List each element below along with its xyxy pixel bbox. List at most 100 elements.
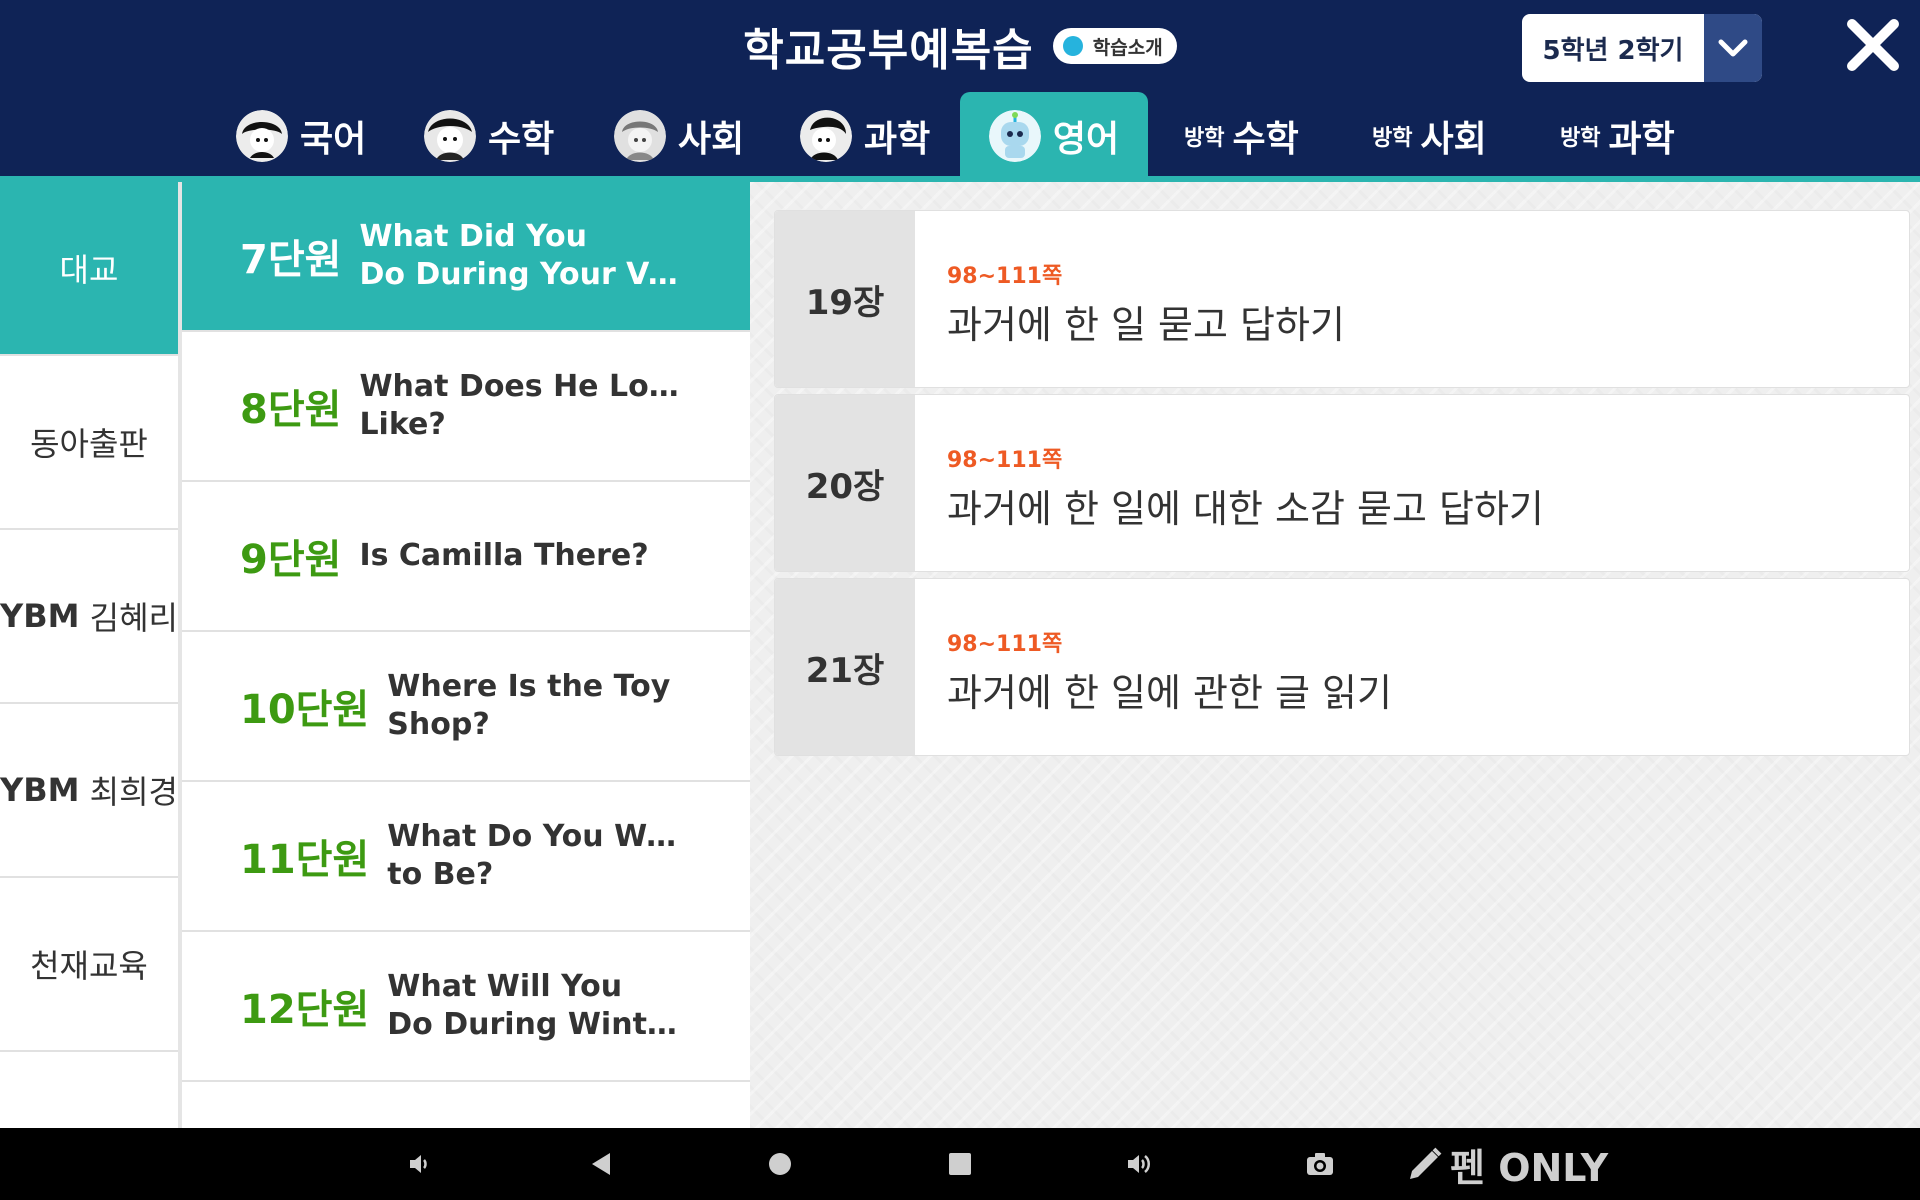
tab-math[interactable]: 수학 (424, 92, 554, 180)
unit-title-line2: to Be? (387, 857, 494, 892)
science-character-avatar (800, 110, 852, 162)
chapter-card[interactable]: 19장 98~111쪽 과거에 한 일 묻고 답하기 (774, 210, 1910, 388)
tab-vacation-math[interactable]: 방학 수학 (1184, 92, 1299, 180)
publisher-prefix: YBM (0, 597, 80, 635)
intro-label: 학습소개 (1092, 36, 1163, 59)
app-header: 학교공부예복습 학습소개 5학년 2학기 국어 수학 사회 과학 영어 방학 수… (0, 0, 1920, 182)
tab-prefix: 방학 (1372, 126, 1413, 151)
chevron-down-icon[interactable] (1704, 14, 1762, 82)
chapter-title: 과거에 한 일에 대한 소감 묻고 답하기 (947, 486, 1544, 531)
unit-title: What Did You Do During Your Vac... (359, 218, 679, 294)
volume-up-icon[interactable] (1120, 1128, 1160, 1200)
tab-label: 사회 (678, 119, 745, 160)
chapter-pages: 98~111쪽 (947, 447, 1063, 473)
app-title: 학교공부예복습 (743, 25, 1034, 76)
publisher-item-donga[interactable]: 동아출판 (0, 356, 178, 530)
unit-title-line1: Where Is the Toy (387, 669, 671, 704)
unit-list: 7단원 What Did You Do During Your Vac... 8… (182, 182, 762, 1128)
unit-title: What Do You Want to Be? (387, 818, 687, 894)
tab-vacation-social[interactable]: 방학 사회 (1372, 92, 1487, 180)
semester-label: 5학년 2학기 (1542, 35, 1684, 66)
chapter-number: 19장 (775, 211, 915, 387)
publisher-item-ybm-kim[interactable]: YBM 김혜리 (0, 530, 178, 704)
tab-science[interactable]: 과학 (800, 92, 930, 180)
tab-label: 수학 (488, 119, 555, 160)
unit-item[interactable]: 11단원 What Do You Want to Be? (182, 782, 750, 932)
unit-number: 12단원 (240, 987, 370, 1033)
recent-apps-icon[interactable] (940, 1128, 980, 1200)
tab-label: 국어 (300, 119, 367, 160)
chapter-number: 20장 (775, 395, 915, 571)
unit-title-line2: Shop? (387, 707, 490, 742)
unit-title: What Does He Look Like? (359, 368, 679, 444)
unit-item[interactable]: 10단원 Where Is the Toy Shop? (182, 632, 750, 782)
chapter-card[interactable]: 21장 98~111쪽 과거에 한 일에 관한 글 읽기 (774, 578, 1910, 756)
unit-number: 9단원 (240, 537, 342, 583)
publisher-label: 대교 (59, 251, 119, 289)
korean-character-avatar (236, 110, 288, 162)
home-icon[interactable] (760, 1128, 800, 1200)
chapter-panel: 19장 98~111쪽 과거에 한 일 묻고 답하기 20장 98~111쪽 과… (750, 182, 1920, 1128)
unit-item[interactable]: 8단원 What Does He Look Like? (182, 332, 750, 482)
tab-prefix: 방학 (1560, 126, 1601, 151)
math-character-avatar (424, 110, 476, 162)
back-icon[interactable] (580, 1128, 620, 1200)
unit-number: 7단원 (240, 237, 342, 283)
tab-label: 과학 (1608, 119, 1675, 160)
volume-down-icon[interactable] (400, 1128, 440, 1200)
unit-title-line1: What Did You (359, 219, 587, 254)
pencil-icon (1410, 1147, 1442, 1179)
subject-tabs: 국어 수학 사회 과학 영어 방학 수학 방학 사회 방학 과학 (0, 92, 1920, 180)
unit-title: Where Is the Toy Shop? (387, 668, 687, 744)
close-icon (1847, 19, 1899, 71)
unit-number: 10단원 (240, 687, 370, 733)
tab-label: 영어 (1052, 119, 1120, 160)
unit-item[interactable]: 9단원 Is Camilla There? (182, 482, 750, 632)
publisher-list: 대교 동아출판 YBM 김혜리 YBM 최희경 천재교육 (0, 182, 178, 1128)
system-nav-bar: 펜 ONLY (0, 1128, 1920, 1200)
pen-only-label: 펜 ONLY (1450, 1145, 1609, 1190)
chapter-title: 과거에 한 일 묻고 답하기 (947, 302, 1345, 347)
unit-number: 8단원 (240, 387, 342, 433)
unit-title-line2: Do During Winter ... (387, 1007, 687, 1042)
unit-title-line1: What Do You Want (387, 819, 688, 854)
unit-title: Is Camilla There? (359, 537, 679, 575)
unit-title-line2: Like? (359, 407, 446, 442)
chapter-pages: 98~111쪽 (947, 631, 1063, 657)
dot-icon (1062, 36, 1083, 56)
tab-prefix: 방학 (1184, 126, 1225, 151)
tab-social[interactable]: 사회 (614, 92, 744, 180)
robot-character-avatar (988, 110, 1041, 162)
unit-title-line2: Do During Your Vac... (359, 257, 679, 292)
unit-title-line1: What Will You (387, 969, 623, 1004)
intro-button[interactable]: 학습소개 (1052, 28, 1177, 64)
screenshot-camera-icon[interactable] (1300, 1128, 1340, 1200)
publisher-item-daekyo[interactable]: 대교 (0, 182, 178, 356)
tab-label: 사회 (1420, 119, 1487, 160)
unit-title: What Will You Do During Winter ... (387, 968, 687, 1044)
publisher-label: 김혜리 (79, 599, 178, 637)
chapter-number: 21장 (775, 579, 915, 755)
tab-label: 과학 (864, 119, 931, 160)
semester-dropdown[interactable]: 5학년 2학기 (1522, 14, 1762, 82)
pen-only-indicator[interactable]: 펜 ONLY (1406, 1128, 1608, 1200)
tab-vacation-science[interactable]: 방학 과학 (1560, 92, 1675, 180)
chapter-title: 과거에 한 일에 관한 글 읽기 (947, 670, 1392, 715)
tab-english[interactable]: 영어 (960, 92, 1148, 180)
unit-title-line1: What Does He Look (359, 369, 680, 404)
publisher-item-chunjae[interactable]: 천재교육 (0, 878, 178, 1052)
unit-number: 11단원 (240, 837, 370, 883)
unit-item[interactable]: 7단원 What Did You Do During Your Vac... (182, 182, 762, 332)
tab-korean[interactable]: 국어 (236, 92, 366, 180)
close-button[interactable] (1840, 12, 1906, 78)
chapter-card[interactable]: 20장 98~111쪽 과거에 한 일에 대한 소감 묻고 답하기 (774, 394, 1910, 572)
unit-item[interactable]: 12단원 What Will You Do During Winter ... (182, 932, 750, 1082)
publisher-prefix: YBM (0, 771, 80, 809)
chapter-pages: 98~111쪽 (947, 263, 1063, 289)
tab-label: 수학 (1232, 119, 1299, 160)
publisher-label: 최희경 (79, 773, 178, 811)
publisher-label: 동아출판 (30, 425, 148, 463)
publisher-item-ybm-choi[interactable]: YBM 최희경 (0, 704, 178, 878)
unit-title-line1: Is Camilla There? (359, 538, 649, 573)
social-character-avatar (614, 110, 666, 162)
